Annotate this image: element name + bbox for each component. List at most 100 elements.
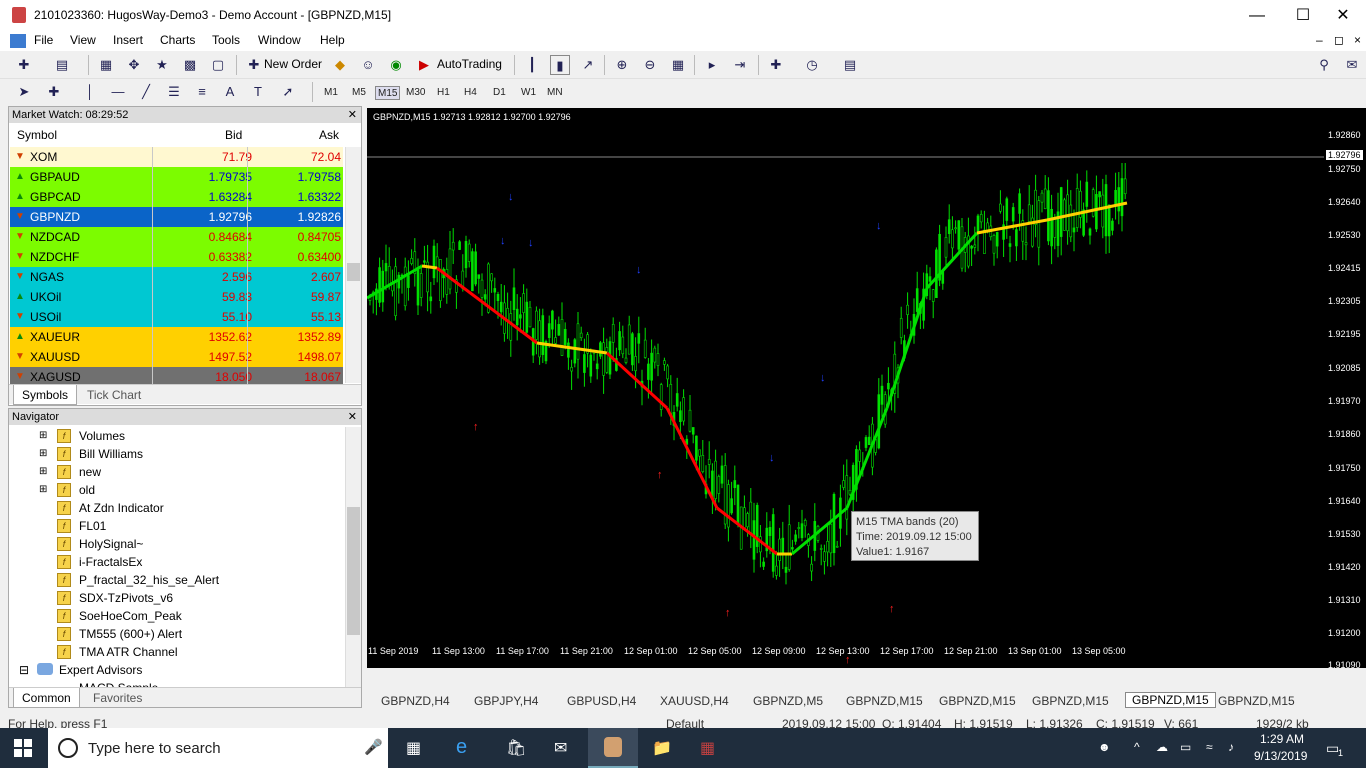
line-chart-icon[interactable]: ↗ (578, 55, 598, 75)
data-window-icon[interactable]: ✥ (124, 55, 144, 75)
show-hidden-icons[interactable]: ^ (1134, 740, 1140, 754)
nav-macd-sample[interactable]: MACD Sample (79, 679, 158, 687)
navigator-item[interactable]: At Zdn Indicator (79, 499, 164, 517)
strategy-tester-icon[interactable]: ▢ (208, 55, 228, 75)
zoom-in-icon[interactable]: ⊕ (612, 55, 632, 75)
fibonacci-icon[interactable]: ≡ (192, 82, 212, 102)
wifi-icon[interactable]: ≈ (1206, 740, 1213, 754)
equidistant-channel-icon[interactable]: ☰ (164, 82, 184, 102)
tf-m30[interactable]: M30 (404, 86, 427, 100)
winrar-icon[interactable]: ▦ (700, 738, 715, 758)
navigator-item[interactable]: HolySignal~ (79, 535, 143, 553)
tf-d1[interactable]: D1 (491, 86, 508, 100)
tab-common[interactable]: Common (13, 688, 80, 708)
market-watch-row[interactable]: ▲ XAUEUR 1352.62 1352.89 (10, 327, 343, 347)
task-view-icon[interactable]: ▦ (406, 738, 421, 758)
text-label-icon[interactable]: T (248, 82, 268, 102)
nav-expert-advisors[interactable]: Expert Advisors (59, 661, 142, 679)
battery-icon[interactable]: ▭ (1180, 740, 1191, 754)
tile-windows-icon[interactable]: ▦ (668, 55, 688, 75)
navigator-item[interactable]: i-FractalsEx (79, 553, 142, 571)
tree-expand-icon[interactable]: ⊞ (39, 463, 47, 481)
navigator-item[interactable]: TMA ATR Channel (79, 643, 177, 661)
clock-date[interactable]: 9/13/2019 (1254, 749, 1307, 763)
tree-expand-icon[interactable]: ⊞ (39, 481, 47, 499)
tree-expand-icon[interactable]: ⊞ (39, 427, 47, 445)
tf-h4[interactable]: H4 (462, 86, 479, 100)
navigator-item[interactable]: old (79, 481, 95, 499)
tab-tick-chart[interactable]: Tick Chart (87, 385, 141, 405)
zoom-out-icon[interactable]: ⊖ (640, 55, 660, 75)
column-bid[interactable]: Bid (225, 125, 242, 145)
autotrading-button[interactable]: AutoTrading (437, 57, 502, 71)
signals-icon[interactable]: ◉ (386, 55, 406, 75)
terminal-icon[interactable]: ▩ (180, 55, 200, 75)
market-watch-row[interactable]: ▼ USOil 55.10 55.13 (10, 307, 343, 327)
navigator-item[interactable]: Bill Williams (79, 445, 143, 463)
column-ask[interactable]: Ask (319, 125, 339, 145)
horizontal-line-icon[interactable]: — (108, 82, 128, 102)
tree-expand-icon[interactable]: ⊞ (39, 445, 47, 463)
file-explorer-icon[interactable]: 📁 (652, 738, 672, 758)
periods-icon[interactable]: ◷ (802, 55, 822, 75)
market-watch-row[interactable]: ▲ GBPAUD 1.79735 1.79758 (10, 167, 343, 187)
market-watch-row[interactable]: ▲ UKOil 59.83 59.87 (10, 287, 343, 307)
tf-w1[interactable]: W1 (519, 86, 538, 100)
profiles-icon[interactable]: ▤ (52, 55, 72, 75)
new-order-button[interactable]: New Order (264, 57, 322, 71)
candlestick-plot[interactable]: ↓↓ ↓↓↓↓↓↑↑↑ ↑↑ (366, 108, 1324, 668)
minimize-button[interactable]: — (1234, 0, 1280, 31)
search-icon[interactable]: ⚲ (1314, 55, 1334, 75)
market-watch-row[interactable]: ▼ XOM 71.79 72.04 (10, 147, 343, 167)
vertical-line-icon[interactable]: │ (80, 82, 100, 102)
price-axis[interactable]: 1.92860 1.92796 1.92750 1.92640 1.92530 1.924… (1324, 108, 1366, 670)
market-watch-row[interactable]: ▼ NGAS 2.596 2.607 (10, 267, 343, 287)
market-watch-scrollbar[interactable] (345, 147, 361, 383)
mdi-minimize-button[interactable]: – (1316, 33, 1323, 47)
menu-charts[interactable]: Charts (160, 33, 195, 47)
chart-tab[interactable]: GBPNZD,M15 (1032, 694, 1109, 708)
clock-time[interactable]: 1:29 AM (1260, 732, 1304, 746)
tf-mn[interactable]: MN (545, 86, 565, 100)
bar-chart-icon[interactable]: ┃ (522, 55, 542, 75)
text-icon[interactable]: A (220, 82, 240, 102)
navigator-item[interactable]: P_fractal_32_his_se_Alert (79, 571, 219, 589)
market-watch-row[interactable]: ▼ NZDCHF 0.63382 0.63400 (10, 247, 343, 267)
chart-tab[interactable]: GBPNZD,M15 (846, 694, 923, 708)
indicators-icon[interactable]: ✚ (766, 55, 786, 75)
chart-shift-icon[interactable]: ⇥ (730, 55, 750, 75)
new-order-icon[interactable]: ✚ (244, 55, 264, 75)
trendline-icon[interactable]: ╱ (136, 82, 156, 102)
mt4-taskbar-button[interactable] (588, 728, 638, 768)
metaeditor-icon[interactable]: ◆ (330, 55, 350, 75)
chart-tab[interactable]: GBPNZD,M15 (1125, 692, 1216, 708)
people-icon[interactable]: ☻ (1098, 740, 1111, 754)
chart-tab[interactable]: GBPNZD,M15 (1218, 694, 1295, 708)
mail-icon[interactable]: ✉ (554, 738, 567, 758)
onedrive-icon[interactable]: ☁ (1156, 740, 1168, 754)
mdi-close-button[interactable]: × (1354, 33, 1361, 47)
tf-m5[interactable]: M5 (350, 86, 368, 100)
tree-collapse-expert-advisors[interactable]: ⊟ (19, 661, 29, 679)
market-watch-row[interactable]: ▼ GBPNZD 1.92796 1.92826 (10, 207, 343, 227)
templates-icon[interactable]: ▤ (840, 55, 860, 75)
market-watch-icon[interactable]: ▦ (96, 55, 116, 75)
navigator-item[interactable]: FL01 (79, 517, 106, 535)
chart-tab[interactable]: GBPNZD,H4 (381, 694, 450, 708)
navigator-icon[interactable]: ★ (152, 55, 172, 75)
tf-m15[interactable]: M15 (375, 86, 401, 100)
tab-symbols[interactable]: Symbols (13, 385, 78, 405)
store-icon[interactable]: 🛍 (506, 738, 526, 758)
crosshair-icon[interactable]: ✚ (44, 82, 64, 102)
new-chart-icon[interactable]: ✚ (14, 55, 34, 75)
windows-start-icon[interactable] (14, 739, 32, 757)
navigator-item[interactable]: TM555 (600+) Alert (79, 625, 182, 643)
market-watch-row[interactable]: ▼ XAUUSD 1497.52 1498.07 (10, 347, 343, 367)
volume-icon[interactable]: ♪ (1228, 740, 1234, 754)
chart-tab[interactable]: XAUUSD,H4 (660, 694, 729, 708)
chart-tab[interactable]: GBPUSD,H4 (567, 694, 636, 708)
menu-insert[interactable]: Insert (113, 33, 143, 47)
tab-favorites[interactable]: Favorites (93, 688, 142, 708)
chat-icon[interactable]: ✉ (1342, 55, 1362, 75)
column-symbol[interactable]: Symbol (17, 125, 57, 145)
